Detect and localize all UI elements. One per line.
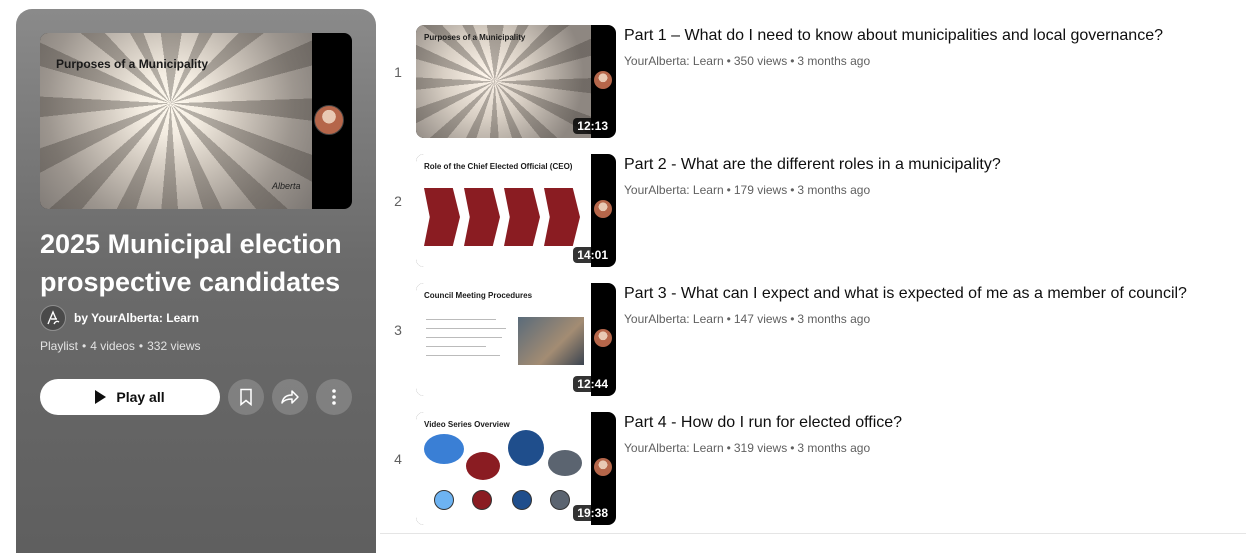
video-thumbnail[interactable]: Purposes of a Municipality 12:13 (416, 25, 616, 138)
video-thumbnail[interactable]: Video Series Overview 19:38 (416, 412, 616, 525)
video-views: 319 views (733, 441, 788, 455)
video-meta: YourAlberta: Learn • 319 views • 3 months ag… (624, 441, 871, 455)
presenter-camera (594, 200, 612, 218)
alberta-a-icon (47, 310, 60, 325)
video-info: Part 1 – What do I need to know about mu… (624, 25, 1224, 68)
channel-avatar[interactable] (40, 305, 66, 331)
video-age: 3 months ago (797, 312, 871, 326)
playlist-video-count: 4 videos (90, 339, 135, 353)
video-list-item[interactable]: 1 Purposes of a Municipality 12:13 Part … (380, 16, 1246, 138)
thumbnail-slide: Video Series Overview (416, 412, 591, 525)
thumbnail-slide-title: Council Meeting Procedures (424, 291, 533, 300)
presenter-camera (594, 329, 612, 347)
video-age: 3 months ago (797, 54, 871, 68)
video-channel[interactable]: YourAlberta: Learn (624, 54, 724, 68)
slide-shape (544, 188, 580, 246)
share-playlist-button[interactable] (272, 379, 308, 415)
video-thumbnail[interactable]: Role of the Chief Elected Official (CEO)… (416, 154, 616, 267)
slide-shape (424, 188, 460, 246)
video-index: 1 (394, 64, 402, 80)
bookmark-icon (240, 388, 252, 406)
owner-name[interactable]: by YourAlberta: Learn (74, 311, 199, 325)
video-thumbnail[interactable]: Council Meeting Procedures 12:44 (416, 283, 616, 396)
playlist-title: 2025 Municipal election prospective cand… (40, 229, 342, 297)
thumbnail-slide-title: Purposes of a Municipality (56, 57, 209, 71)
video-index: 2 (394, 193, 402, 209)
video-views: 179 views (733, 183, 788, 197)
video-info: Part 4 - How do I run for elected office… (624, 412, 1224, 455)
video-title[interactable]: Part 1 – What do I need to know about mu… (624, 25, 1224, 47)
video-meta: YourAlberta: Learn • 350 views • 3 months ag… (624, 54, 871, 68)
speech-bubble (424, 434, 464, 464)
person-icon (434, 490, 454, 510)
play-icon (95, 390, 107, 404)
playlist-thumbnail[interactable]: Purposes of a Municipality Alberta (40, 33, 352, 209)
presenter-camera (594, 458, 612, 476)
speech-bubble (548, 450, 582, 476)
video-title[interactable]: Part 4 - How do I run for elected office… (624, 412, 1224, 434)
video-channel[interactable]: YourAlberta: Learn (624, 183, 724, 197)
video-age: 3 months ago (797, 441, 871, 455)
video-meta: YourAlberta: Learn • 179 views • 3 months ag… (624, 183, 871, 197)
video-list-item[interactable]: 3 Council Meeting Procedures 12:44 Part … (380, 274, 1246, 396)
video-info: Part 3 - What can I expect and what is e… (624, 283, 1224, 326)
person-icon (512, 490, 532, 510)
video-info: Part 2 - What are the different roles in… (624, 154, 1224, 197)
speech-bubble (508, 430, 544, 466)
video-title[interactable]: Part 2 - What are the different roles in… (624, 154, 1224, 176)
save-playlist-button[interactable] (228, 379, 264, 415)
video-meta: YourAlberta: Learn • 147 views • 3 months ag… (624, 312, 871, 326)
video-duration: 12:44 (573, 376, 612, 392)
share-icon (281, 390, 299, 404)
video-channel[interactable]: YourAlberta: Learn (624, 441, 724, 455)
playlist-header-panel: Purposes of a Municipality Alberta 2025 … (16, 9, 376, 553)
slide-photo (518, 317, 584, 365)
thumbnail-slide-title: Video Series Overview (424, 420, 510, 429)
video-duration: 19:38 (573, 505, 612, 521)
video-channel[interactable]: YourAlberta: Learn (624, 312, 724, 326)
thumbnail-slide: Purposes of a Municipality (416, 25, 591, 138)
video-index: 3 (394, 322, 402, 338)
slide-bullets (426, 315, 514, 360)
playlist-type: Playlist (40, 339, 79, 353)
slide-shape (504, 188, 540, 246)
thumbnail-slide: Role of the Chief Elected Official (CEO) (416, 154, 591, 267)
video-list-item[interactable]: 4 Video Series Overview 19:38 Part 4 - H… (380, 403, 1246, 525)
playlist-meta: Playlist • 4 videos • 332 views (40, 339, 201, 353)
video-views: 350 views (733, 54, 788, 68)
play-all-button[interactable]: Play all (40, 379, 220, 415)
play-all-label: Play all (116, 389, 165, 405)
more-actions-button[interactable] (316, 379, 352, 415)
person-icon (550, 490, 570, 510)
video-duration: 12:13 (573, 118, 612, 134)
thumbnail-slide-title: Purposes of a Municipality (424, 33, 526, 42)
presenter-camera (594, 71, 612, 89)
video-views: 147 views (733, 312, 788, 326)
more-vert-icon (332, 389, 336, 405)
thumbnail-slide-image: Purposes of a Municipality Alberta (40, 33, 312, 209)
video-list-item[interactable]: 2 Role of the Chief Elected Official (CE… (380, 145, 1246, 267)
person-icon (472, 490, 492, 510)
video-duration: 14:01 (573, 247, 612, 263)
thumbnail-slide: Council Meeting Procedures (416, 283, 591, 396)
playlist-views: 332 views (147, 339, 201, 353)
playlist-owner[interactable]: by YourAlberta: Learn (40, 305, 199, 331)
presenter-camera (314, 105, 344, 135)
video-index: 4 (394, 451, 402, 467)
list-divider (380, 533, 1246, 534)
video-age: 3 months ago (797, 183, 871, 197)
speech-bubble (466, 452, 500, 480)
slide-shape (464, 188, 500, 246)
alberta-logo: Alberta (272, 181, 301, 191)
video-title[interactable]: Part 3 - What can I expect and what is e… (624, 283, 1224, 305)
thumbnail-slide-title: Role of the Chief Elected Official (CEO) (424, 162, 573, 171)
